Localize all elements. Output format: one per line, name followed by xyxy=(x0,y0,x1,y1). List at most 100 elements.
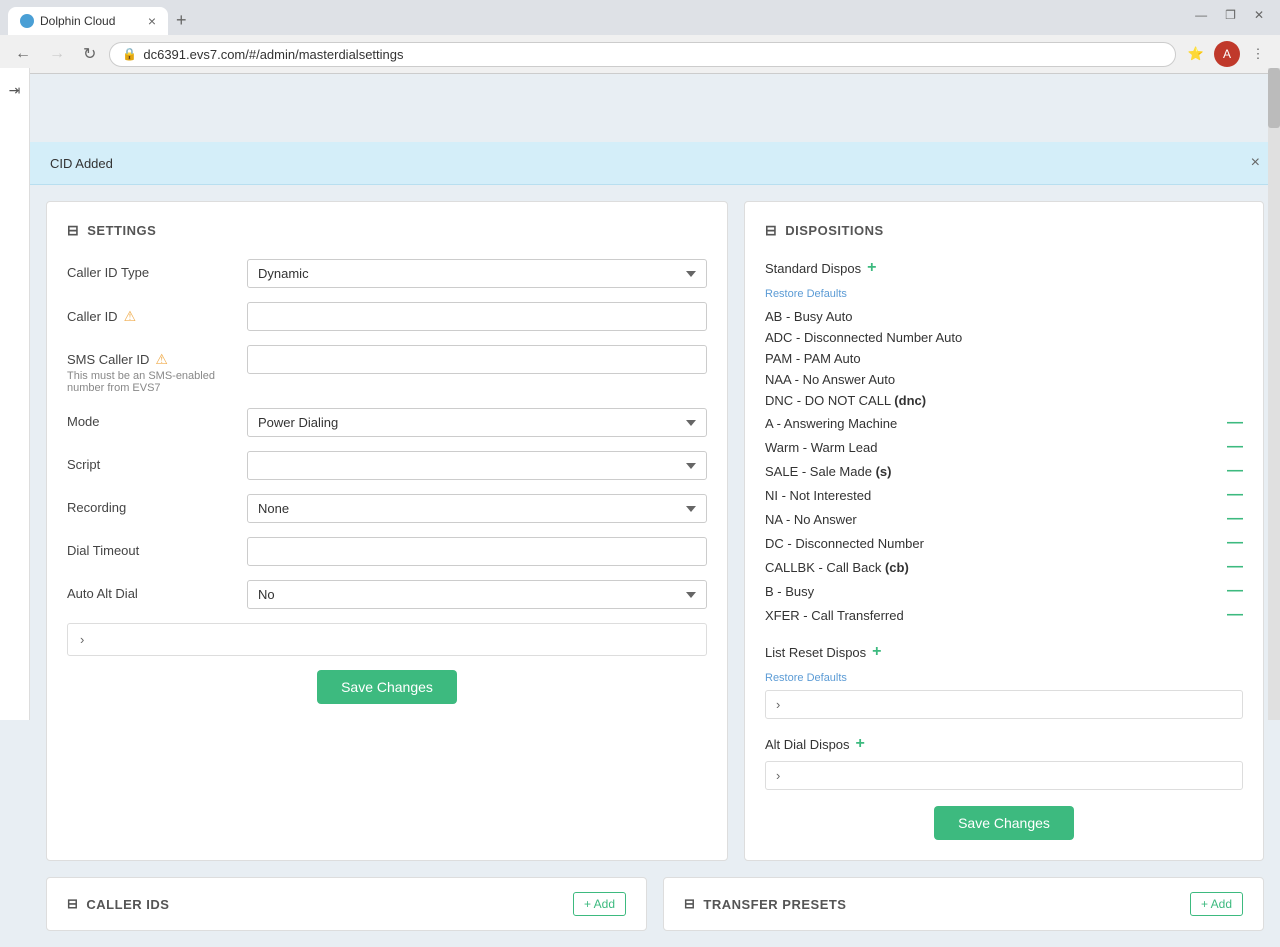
dial-timeout-label: Dial Timeout xyxy=(67,537,237,558)
caller-ids-add-button[interactable]: + Add xyxy=(573,892,626,916)
alt-dial-dispos-section: Alt Dial Dispos + › xyxy=(765,735,1243,790)
list-item: DNC - DO NOT CALL (dnc) xyxy=(765,390,1243,411)
list-reset-dispos-header: List Reset Dispos + xyxy=(765,643,1243,661)
script-select[interactable] xyxy=(247,451,707,480)
list-item: B - Busy — xyxy=(765,579,1243,603)
standard-dispos-restore[interactable]: Restore Defaults xyxy=(765,288,847,300)
notification-close-btn[interactable]: × xyxy=(1251,154,1260,172)
notification-banner: CID Added × xyxy=(30,142,1280,185)
list-reset-expand-icon: › xyxy=(776,697,780,712)
list-item: NA - No Answer — xyxy=(765,507,1243,531)
list-item: NI - Not Interested — xyxy=(765,483,1243,507)
dispo-text: CALLBK - Call Back (cb) xyxy=(765,560,1219,575)
maximize-button[interactable]: ❐ xyxy=(1219,6,1242,24)
minimize-button[interactable]: — xyxy=(1189,6,1213,24)
sms-caller-id-input[interactable] xyxy=(247,345,707,374)
refresh-button[interactable]: ↻ xyxy=(78,42,101,66)
dispo-text: DNC - DO NOT CALL (dnc) xyxy=(765,393,1243,408)
alt-dial-dispos-input[interactable]: › xyxy=(765,761,1243,790)
alt-dial-dispos-title: Alt Dial Dispos xyxy=(765,737,850,752)
recording-row: Recording None All Calls On Demand xyxy=(67,494,707,523)
dispo-remove-btn[interactable]: — xyxy=(1227,606,1243,624)
dispo-remove-btn[interactable]: — xyxy=(1227,534,1243,552)
mode-select[interactable]: Power Dialing Preview Manual xyxy=(247,408,707,437)
settings-save-button[interactable]: Save Changes xyxy=(317,670,457,704)
dispositions-save-button[interactable]: Save Changes xyxy=(934,806,1074,840)
recording-select[interactable]: None All Calls On Demand xyxy=(247,494,707,523)
alt-dial-dispos-add-btn[interactable]: + xyxy=(856,735,865,753)
sidebar: ⇥ xyxy=(0,68,30,720)
transfer-presets-add-button[interactable]: + Add xyxy=(1190,892,1243,916)
caller-id-type-row: Caller ID Type Dynamic Static Campaign xyxy=(67,259,707,288)
standard-dispos-header: Standard Dispos + xyxy=(765,259,1243,277)
dispositions-panel-icon: ⊟ xyxy=(765,222,777,239)
caller-id-warning-icon: ⚠ xyxy=(124,308,137,325)
dispo-remove-btn[interactable]: — xyxy=(1227,438,1243,456)
dispo-text: A - Answering Machine xyxy=(765,416,1219,431)
sms-caller-id-sublabel: This must be an SMS-enabled number from … xyxy=(67,370,237,394)
dispo-text: Warm - Warm Lead xyxy=(765,440,1219,455)
profile-button[interactable]: A xyxy=(1214,41,1240,67)
caller-id-type-select[interactable]: Dynamic Static Campaign xyxy=(247,259,707,288)
mode-label: Mode xyxy=(67,408,237,429)
alt-dial-dispos-header: Alt Dial Dispos + xyxy=(765,735,1243,753)
list-item: CALLBK - Call Back (cb) — xyxy=(765,555,1243,579)
dispositions-panel: ⊟ DISPOSITIONS Standard Dispos + Restore… xyxy=(744,201,1264,861)
scrollbar[interactable] xyxy=(1268,68,1280,720)
list-reset-dispos-add-btn[interactable]: + xyxy=(872,643,881,661)
list-item: Warm - Warm Lead — xyxy=(765,435,1243,459)
list-item: A - Answering Machine — xyxy=(765,411,1243,435)
settings-panel-title: SETTINGS xyxy=(87,223,156,238)
dispositions-panel-title: DISPOSITIONS xyxy=(785,223,883,238)
dial-timeout-input[interactable]: 30 xyxy=(247,537,707,566)
dispositions-panel-header: ⊟ DISPOSITIONS xyxy=(765,222,1243,239)
alt-dial-expand-icon: › xyxy=(776,768,780,783)
page-content: CID Added × ⊟ SETTINGS Caller ID Type Dy… xyxy=(30,142,1280,947)
dispo-remove-btn[interactable]: — xyxy=(1227,510,1243,528)
mode-row: Mode Power Dialing Preview Manual xyxy=(67,408,707,437)
transfer-presets-panel: ⊟ TRANSFER PRESETS + Add xyxy=(663,877,1264,931)
sidebar-login-icon[interactable]: ⇥ xyxy=(3,78,27,102)
caller-id-row: Caller ID ⚠ 2146658815 xyxy=(67,302,707,331)
settings-expand-row[interactable]: › xyxy=(67,623,707,656)
transfer-presets-title: ⊟ TRANSFER PRESETS xyxy=(684,896,846,912)
url-text: dc6391.evs7.com/#/admin/masterdialsettin… xyxy=(143,47,403,62)
forward-button[interactable]: → xyxy=(44,43,70,65)
sms-caller-id-label: SMS Caller ID ⚠ xyxy=(67,345,237,368)
dispo-text: NA - No Answer xyxy=(765,512,1219,527)
list-item: AB - Busy Auto xyxy=(765,306,1243,327)
dispo-text: SALE - Sale Made (s) xyxy=(765,464,1219,479)
extensions-button[interactable]: ⭐ xyxy=(1184,42,1208,66)
transfer-presets-label: TRANSFER PRESETS xyxy=(703,897,846,912)
new-tab-button[interactable]: + xyxy=(172,6,191,35)
caller-id-input[interactable]: 2146658815 xyxy=(247,302,707,331)
dispo-remove-btn[interactable]: — xyxy=(1227,558,1243,576)
standard-dispos-add-btn[interactable]: + xyxy=(867,259,876,277)
settings-panel-footer: Save Changes xyxy=(67,670,707,704)
browser-tab[interactable]: Dolphin Cloud × xyxy=(8,7,168,35)
list-item: XFER - Call Transferred — xyxy=(765,603,1243,627)
standard-dispos-title: Standard Dispos xyxy=(765,261,861,276)
close-button[interactable]: ✕ xyxy=(1248,6,1270,24)
list-reset-dispos-input[interactable]: › xyxy=(765,690,1243,719)
dispo-remove-btn[interactable]: — xyxy=(1227,582,1243,600)
list-reset-dispos-title: List Reset Dispos xyxy=(765,645,866,660)
address-bar[interactable]: 🔒 dc6391.evs7.com/#/admin/masterdialsett… xyxy=(109,42,1176,67)
tab-close-btn[interactable]: × xyxy=(148,13,156,29)
scrollbar-thumb[interactable] xyxy=(1268,68,1280,128)
dispo-remove-btn[interactable]: — xyxy=(1227,486,1243,504)
dispo-dnc-badge: (dnc) xyxy=(894,393,926,408)
list-item: NAA - No Answer Auto xyxy=(765,369,1243,390)
lock-icon: 🔒 xyxy=(122,47,137,61)
dispo-remove-btn[interactable]: — xyxy=(1227,462,1243,480)
menu-button[interactable]: ⋮ xyxy=(1246,42,1270,66)
dispo-remove-btn[interactable]: — xyxy=(1227,414,1243,432)
expand-arrow-icon: › xyxy=(80,632,84,647)
list-reset-dispos-restore[interactable]: Restore Defaults xyxy=(765,672,847,684)
browser-action-buttons: ⭐ A ⋮ xyxy=(1184,41,1270,67)
back-button[interactable]: ← xyxy=(10,43,36,65)
dispo-sale-badge: (s) xyxy=(876,464,892,479)
dispo-text: PAM - PAM Auto xyxy=(765,351,1243,366)
auto-alt-dial-select[interactable]: No Yes xyxy=(247,580,707,609)
caller-ids-title: ⊟ CALLER IDS xyxy=(67,896,169,912)
